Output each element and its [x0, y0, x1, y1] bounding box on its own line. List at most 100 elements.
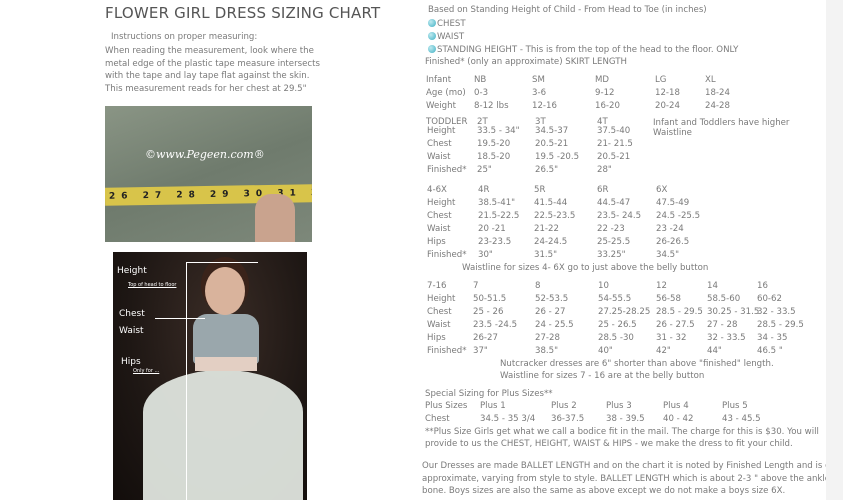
- right-margin: [826, 0, 843, 500]
- infant-cell: 18-24: [705, 88, 730, 98]
- girls_7_16-cell: 31 - 32: [656, 333, 687, 343]
- note-7-16: Waistline for sizes 7 - 16 are at the be…: [500, 371, 705, 381]
- girls_4_6x-cell: 34.5": [656, 250, 680, 260]
- plus-cell: 34.5 - 35 3/4: [480, 414, 536, 424]
- infant-cell: 3-6: [532, 88, 547, 98]
- toddler-cell: 20.5-21: [597, 152, 631, 162]
- tape-measure-photo: ©www.Pegeen.com® 26 27 28 29 30 31 3 34 …: [105, 106, 312, 242]
- girls_7_16-cell: 27-28: [535, 333, 560, 343]
- plus-heading: Special Sizing for Plus Sizes**: [425, 389, 553, 399]
- infant-size-header: MD: [595, 75, 610, 85]
- girls_7_16-cell: 27.25-28.25: [598, 307, 651, 317]
- girls_7_16-size-header: 16: [757, 281, 768, 291]
- girls_7_16-cell: 24 - 25.5: [535, 320, 574, 330]
- girls_4_6x-cell: 23-23.5: [478, 237, 512, 247]
- note-4-6x: Waistline for sizes 4- 6X go to just abo…: [462, 263, 709, 273]
- girls_4_6x-cell: 41.5-44: [534, 198, 568, 208]
- girls_7_16-cell: 38.5": [535, 346, 559, 356]
- girls_7_16-cell: 52-53.5: [535, 294, 569, 304]
- toddler-note-2: Waistline: [653, 128, 692, 138]
- plus-row-label: Plus Sizes: [425, 401, 468, 411]
- girls_4_6x-cell: 23 -24: [656, 224, 684, 234]
- girls_4_6x-cell: 26-26.5: [656, 237, 690, 247]
- toddler-row-label: Finished*: [427, 165, 467, 175]
- bullet-text: STANDING HEIGHT - This is from the top o…: [437, 45, 739, 55]
- instructions-text: When reading the measurement, look where…: [105, 46, 320, 94]
- girls_4_6x-cell: 25-25.5: [597, 237, 631, 247]
- hips-sublabel: Only for ...: [133, 368, 160, 374]
- girls_4_6x-size-header: 6R: [597, 185, 609, 195]
- height-sublabel: Top of head to floor: [128, 282, 177, 288]
- girls_4_6x-cell: 33.25": [597, 250, 626, 260]
- waist-label: Waist: [119, 326, 144, 336]
- blue-ball-icon: [428, 19, 436, 27]
- girls_4_6x-row-label: Waist: [427, 224, 451, 234]
- plus-row-label: Chest: [425, 414, 450, 424]
- girls_7_16-cell: 42": [656, 346, 671, 356]
- height-label: Height: [117, 266, 147, 276]
- infant-size-header: SM: [532, 75, 545, 85]
- girls_7_16-cell: 50-51.5: [473, 294, 507, 304]
- bullet-text: WAIST: [437, 32, 465, 42]
- finished-line: Finished* (only an approximate) SKIRT LE…: [425, 57, 627, 67]
- girls_4_6x-cell: 24.5 -25.5: [656, 211, 701, 221]
- girls_4_6x-cell: 21-22: [534, 224, 559, 234]
- girls_7_16-row-label: Hips: [427, 333, 446, 343]
- girls_7_16-size-header: 8: [535, 281, 541, 291]
- toddler-cell: 20.5-21: [535, 139, 569, 149]
- girls_4_6x-row-label: Height: [427, 198, 456, 208]
- hips-label: Hips: [121, 357, 141, 367]
- plus-cell: 40 - 42: [663, 414, 694, 424]
- footer-line-3: bone. Boys sizes are also the same as ab…: [422, 486, 786, 496]
- girls_7_16-row-label: Chest: [427, 307, 452, 317]
- plus-cell: 43 - 45.5: [722, 414, 761, 424]
- head: [205, 267, 245, 315]
- chest-line: [155, 318, 205, 319]
- girls_7_16-row-label: Finished*: [427, 346, 467, 356]
- girls_4_6x-cell: 22.5-23.5: [534, 211, 576, 221]
- girls_7_16-cell: 40": [598, 346, 613, 356]
- toddler-cell: 34.5-37: [535, 126, 569, 136]
- plus-cell: 38 - 39.5: [606, 414, 645, 424]
- girls_7_16-cell: 26 - 27: [535, 307, 566, 317]
- plus-size-header: Plus 5: [722, 401, 748, 411]
- blue-ball-icon: [428, 45, 436, 53]
- girls_7_16-row-label: Waist: [427, 320, 451, 330]
- girls_4_6x-row-label: Hips: [427, 237, 446, 247]
- girls_7_16-cell: 32 - 33.5: [757, 307, 796, 317]
- girls_7_16-size-header: 12: [656, 281, 667, 291]
- girls_7_16-cell: 34 - 35: [757, 333, 788, 343]
- infant-size-header: XL: [705, 75, 716, 85]
- girls_7_16-cell: 28.5 -30: [598, 333, 634, 343]
- girls_7_16-cell: 32 - 33.5: [707, 333, 746, 343]
- girls_4_6x-size-header: 6X: [656, 185, 668, 195]
- plus-size-header: Plus 1: [480, 401, 506, 411]
- girls_7_16-cell: 23.5 -24.5: [473, 320, 518, 330]
- head-line: [186, 262, 258, 263]
- girls_7_16-cell: 60-62: [757, 294, 782, 304]
- infant-cell: 12-16: [532, 101, 557, 111]
- girls_7_16-row-label: Height: [427, 294, 456, 304]
- girls_7_16-cell: 44": [707, 346, 722, 356]
- girls_7_16-size-header: 14: [707, 281, 718, 291]
- girls_7_16-cell: 25 - 26.5: [598, 320, 637, 330]
- girls_7_16-cell: 37": [473, 346, 488, 356]
- girls_7_16-row-label: 7-16: [427, 281, 447, 291]
- girls_4_6x-cell: 38.5-41": [478, 198, 516, 208]
- girls_4_6x-row-label: Finished*: [427, 250, 467, 260]
- toddler-cell: 25": [477, 165, 492, 175]
- girls_7_16-size-header: 7: [473, 281, 479, 291]
- girls_4_6x-cell: 47.5-49: [656, 198, 690, 208]
- plus-size-header: Plus 2: [551, 401, 577, 411]
- toddler-cell: 19.5 -20.5: [535, 152, 580, 162]
- intro-text: Based on Standing Height of Child - From…: [428, 5, 707, 15]
- girls_4_6x-cell: 30": [478, 250, 493, 260]
- plus-size-header: Plus 3: [606, 401, 632, 411]
- toddler-row-label: Waist: [427, 152, 451, 162]
- toddler-cell: 37.5-40: [597, 126, 631, 136]
- girls_7_16-cell: 27 - 28: [707, 320, 738, 330]
- infant-cell: 16-20: [595, 101, 620, 111]
- girls_4_6x-cell: 20 -21: [478, 224, 506, 234]
- girls_4_6x-size-header: 4R: [478, 185, 490, 195]
- infant-cell: 8-12 lbs: [474, 101, 509, 111]
